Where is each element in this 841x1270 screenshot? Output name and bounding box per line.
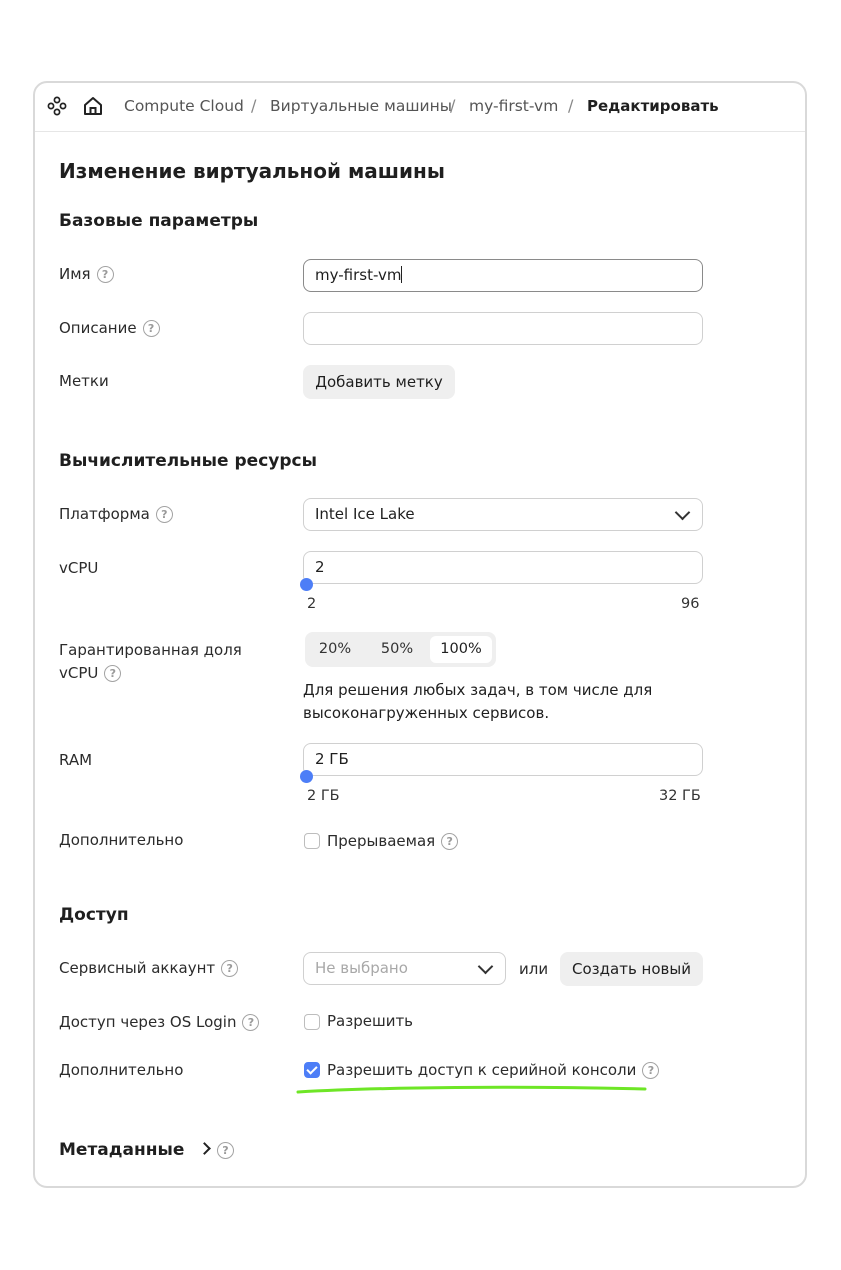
help-icon[interactable]: ? bbox=[242, 1014, 260, 1031]
or-text: или bbox=[519, 960, 549, 978]
service-account-label: Сервисный аккаунт? bbox=[59, 959, 239, 977]
breadcrumb-current: Редактировать bbox=[587, 97, 719, 115]
section-compute-title: Вычислительные ресурсы bbox=[59, 451, 317, 471]
section-access-title: Доступ bbox=[59, 905, 129, 925]
help-icon[interactable]: ? bbox=[142, 320, 160, 337]
ram-input-value: 2 ГБ bbox=[315, 750, 349, 768]
create-service-account-button[interactable]: Создать новый bbox=[560, 952, 703, 986]
metadata-title: Метаданные bbox=[59, 1140, 185, 1160]
name-input[interactable]: my-first-vm bbox=[303, 259, 703, 292]
home-icon[interactable] bbox=[82, 95, 104, 121]
cpu-share-hint-line1: Для решения любых задач, в том числе для bbox=[303, 681, 653, 699]
help-icon[interactable]: ? bbox=[441, 833, 459, 850]
cpu-share-segmented-control: 20% 50% 100% bbox=[305, 632, 496, 667]
cpu-share-hint: Для решения любых задач, в том числе для… bbox=[303, 679, 652, 725]
ram-input[interactable]: 2 ГБ bbox=[303, 743, 703, 776]
service-account-label-text: Сервисный аккаунт bbox=[59, 959, 216, 977]
breadcrumb-separator: / bbox=[251, 96, 257, 115]
vm-edit-card: Compute Cloud / Виртуальные машины / my-… bbox=[33, 81, 807, 1188]
highlight-underline bbox=[296, 1085, 647, 1094]
cpu-share-label-line1: Гарантированная доля bbox=[59, 641, 242, 659]
vcpu-label: vCPU bbox=[59, 559, 99, 577]
compute-extra-label: Дополнительно bbox=[59, 831, 184, 849]
platform-select-value: Intel Ice Lake bbox=[315, 505, 415, 523]
oslogin-label-text: Доступ через OS Login bbox=[59, 1013, 237, 1031]
description-input[interactable] bbox=[303, 312, 703, 345]
description-label-text: Описание bbox=[59, 319, 137, 337]
name-label-text: Имя bbox=[59, 265, 91, 283]
serial-console-label: Разрешить доступ к серийной консоли? bbox=[327, 1061, 660, 1079]
breadcrumb-virtual-machines[interactable]: Виртуальные машины bbox=[270, 97, 452, 115]
vcpu-max: 96 bbox=[681, 596, 700, 612]
help-icon[interactable]: ? bbox=[642, 1062, 660, 1079]
service-account-select[interactable]: Не выбрано bbox=[303, 952, 506, 985]
section-base-title: Базовые параметры bbox=[59, 211, 259, 231]
cpu-share-option-20[interactable]: 20% bbox=[309, 636, 361, 663]
breadcrumb: Compute Cloud / Виртуальные машины / my-… bbox=[35, 83, 805, 132]
help-icon[interactable]: ? bbox=[96, 266, 114, 283]
cpu-share-hint-line2: высоконагруженных сервисов. bbox=[303, 704, 550, 722]
name-input-value: my-first-vm bbox=[315, 266, 402, 284]
serial-console-label-text: Разрешить доступ к серийной консоли bbox=[327, 1061, 637, 1079]
labels-label: Метки bbox=[59, 372, 109, 390]
description-label: Описание? bbox=[59, 319, 160, 337]
help-icon[interactable]: ? bbox=[221, 960, 239, 977]
service-account-placeholder: Не выбрано bbox=[315, 959, 408, 977]
page-title: Изменение виртуальной машины bbox=[59, 159, 445, 183]
preemptible-label: Прерываемая? bbox=[327, 832, 459, 850]
name-label: Имя? bbox=[59, 265, 114, 283]
cpu-share-label-line2: vCPU bbox=[59, 664, 99, 682]
vcpu-input[interactable]: 2 bbox=[303, 551, 703, 584]
access-extra-label: Дополнительно bbox=[59, 1061, 184, 1079]
help-icon[interactable]: ? bbox=[155, 506, 173, 523]
cpu-share-option-100[interactable]: 100% bbox=[430, 636, 492, 663]
platform-label-text: Платформа bbox=[59, 505, 150, 523]
vcpu-input-value: 2 bbox=[315, 558, 325, 576]
oslogin-label: Доступ через OS Login? bbox=[59, 1013, 260, 1031]
cpu-share-label: Гарантированная доля vCPU? bbox=[59, 639, 242, 685]
add-label-button[interactable]: Добавить метку bbox=[303, 365, 455, 399]
cpu-share-option-50[interactable]: 50% bbox=[369, 636, 425, 663]
vcpu-slider-handle[interactable] bbox=[300, 578, 313, 591]
help-icon[interactable]: ? bbox=[104, 665, 122, 682]
breadcrumb-separator: / bbox=[568, 96, 574, 115]
help-icon[interactable]: ? bbox=[217, 1142, 234, 1159]
oslogin-checkbox-label: Разрешить bbox=[327, 1012, 414, 1030]
metadata-toggle[interactable]: Метаданные bbox=[59, 1140, 212, 1160]
breadcrumb-compute-cloud[interactable]: Compute Cloud bbox=[124, 97, 244, 115]
preemptible-checkbox[interactable] bbox=[304, 833, 320, 849]
chevron-right-icon bbox=[198, 1142, 212, 1155]
vcpu-min: 2 bbox=[307, 596, 317, 612]
serial-console-checkbox[interactable] bbox=[304, 1062, 320, 1078]
breadcrumb-vm[interactable]: my-first-vm bbox=[469, 97, 558, 115]
ram-min: 2 ГБ bbox=[307, 788, 340, 804]
text-cursor bbox=[401, 266, 403, 283]
ram-label: RAM bbox=[59, 751, 93, 769]
services-icon[interactable] bbox=[47, 96, 67, 120]
oslogin-checkbox[interactable] bbox=[304, 1014, 320, 1030]
preemptible-label-text: Прерываемая bbox=[327, 832, 436, 850]
platform-select[interactable]: Intel Ice Lake bbox=[303, 498, 703, 531]
platform-label: Платформа? bbox=[59, 505, 173, 523]
ram-max: 32 ГБ bbox=[659, 788, 701, 804]
chevron-down-icon bbox=[477, 958, 494, 975]
chevron-down-icon bbox=[674, 504, 691, 521]
breadcrumb-separator: / bbox=[450, 96, 456, 115]
ram-slider-handle[interactable] bbox=[300, 770, 313, 783]
